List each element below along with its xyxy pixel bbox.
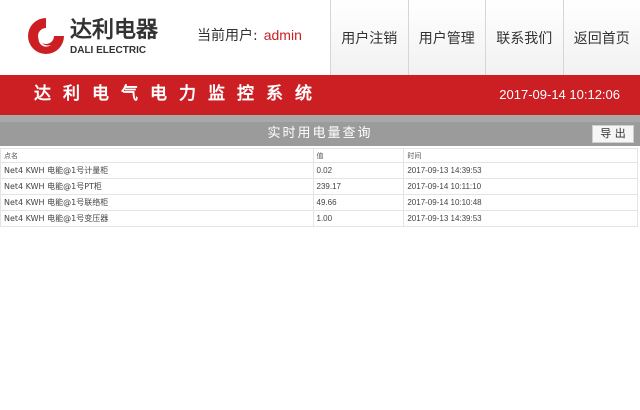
data-table: 点名 值 时间 Net4 KWH 电能@1号计量柜 0.02 2017-09-1…	[0, 148, 638, 227]
table-row[interactable]: Net4 KWH 电能@1号计量柜 0.02 2017-09-13 14:39:…	[0, 162, 638, 179]
panel-title: 实时用电量查询	[267, 126, 373, 141]
current-user-name: admin	[263, 27, 302, 43]
dali-logo-icon	[28, 18, 64, 54]
table-row[interactable]: Net4 KWH 电能@1号联络柜 49.66 2017-09-14 10:10…	[0, 194, 638, 211]
logo-text-en: DALI ELECTRIC	[70, 45, 147, 56]
cell-time: 2017-09-13 14:39:53	[403, 162, 638, 179]
cell-time: 2017-09-13 14:39:53	[403, 210, 638, 227]
panel-header: 实时用电量查询 导 出	[0, 122, 640, 146]
system-banner: 达利电气电力监控系统 2017-09-14 10:12:06	[0, 75, 640, 115]
cell-value: 49.66	[312, 194, 405, 211]
current-user-label: 当前用户:	[197, 28, 258, 44]
nav-home-button[interactable]: 返回首页	[562, 0, 640, 75]
cell-time: 2017-09-14 10:10:48	[403, 194, 638, 211]
cell-point: Net4 KWH 电能@1号PT柜	[0, 178, 314, 195]
cell-value: 1.00	[312, 210, 405, 227]
column-header-value: 值	[312, 148, 405, 163]
current-datetime: 2017-09-14 10:12:06	[499, 87, 620, 102]
table-row[interactable]: Net4 KWH 电能@1号变压器 1.00 2017-09-13 14:39:…	[0, 210, 638, 227]
column-header-point: 点名	[0, 148, 314, 163]
nav-logout-button[interactable]: 用户注销	[330, 0, 408, 75]
cell-point: Net4 KWH 电能@1号计量柜	[0, 162, 314, 179]
company-logo[interactable]: 达利电器 DALI ELECTRIC	[26, 14, 166, 60]
logo-text-cn: 达利电器	[70, 18, 159, 43]
divider-strip	[0, 115, 640, 122]
system-title: 达利电气电力监控系统	[34, 84, 324, 104]
table-row[interactable]: Net4 KWH 电能@1号PT柜 239.17 2017-09-14 10:1…	[0, 178, 638, 195]
cell-time: 2017-09-14 10:11:10	[403, 178, 638, 195]
current-user: 当前用户: admin	[197, 26, 302, 45]
table-header-row: 点名 值 时间	[0, 148, 638, 163]
column-header-time: 时间	[403, 148, 638, 163]
cell-point: Net4 KWH 电能@1号联络柜	[0, 194, 314, 211]
top-nav: 用户注销 用户管理 联系我们 返回首页	[330, 0, 640, 75]
nav-contact-button[interactable]: 联系我们	[485, 0, 563, 75]
export-button[interactable]: 导 出	[592, 125, 634, 143]
nav-user-management-button[interactable]: 用户管理	[407, 0, 485, 75]
cell-value: 0.02	[312, 162, 405, 179]
cell-value: 239.17	[312, 178, 405, 195]
app-header: 达利电器 DALI ELECTRIC 当前用户: admin 用户注销 用户管理 …	[0, 0, 640, 75]
cell-point: Net4 KWH 电能@1号变压器	[0, 210, 314, 227]
